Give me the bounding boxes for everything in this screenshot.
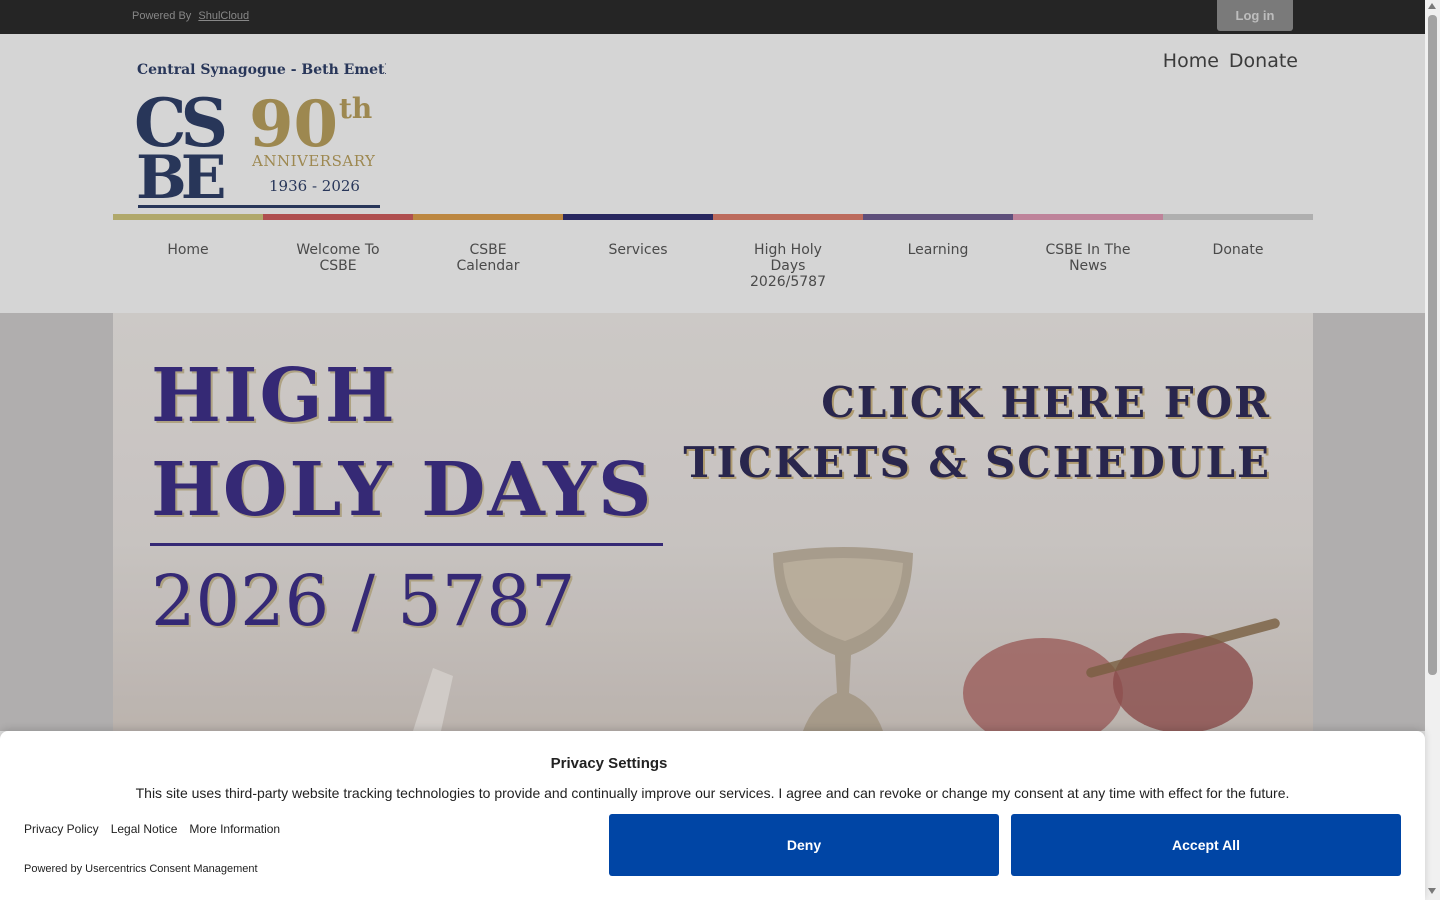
color-bar-segment	[113, 214, 263, 220]
scroll-down-arrow-icon[interactable]	[1428, 888, 1436, 894]
scroll-thumb[interactable]	[1428, 15, 1437, 675]
site-header: Central Synagogue - Beth Emeth CS BE 90 …	[0, 34, 1425, 313]
nav-item-donate[interactable]: Donate	[1163, 242, 1313, 290]
color-bar-segment	[713, 214, 863, 220]
nav-item-news[interactable]: CSBE In The News	[1013, 242, 1163, 290]
consent-description: This site uses third-party website track…	[135, 785, 1290, 801]
logo-years: 1936 - 2026	[269, 177, 360, 195]
hero-title-line2: HOLY DAYS	[151, 447, 654, 533]
privacy-policy-link[interactable]: Privacy Policy	[24, 822, 99, 836]
utility-nav-home[interactable]: Home	[1163, 50, 1219, 72]
hero-cta-line2: TICKETS & SCHEDULE	[683, 438, 1271, 487]
pomegranate-illustration	[963, 618, 1280, 731]
nav-item-calendar[interactable]: CSBE Calendar	[413, 242, 563, 290]
shofar-illustration	[413, 668, 453, 731]
nav-item-welcome[interactable]: Welcome To CSBE	[263, 242, 413, 290]
site-logo[interactable]: Central Synagogue - Beth Emeth CS BE 90 …	[136, 60, 386, 212]
hero-banner[interactable]: HIGH HOLY DAYS 2026 / 5787 CLICK HERE FO…	[113, 313, 1313, 731]
page-scrollbar[interactable]	[1425, 0, 1440, 900]
hero-side-right	[1313, 313, 1425, 731]
hero-cta[interactable]: CLICK HERE FOR TICKETS & SCHEDULE	[683, 373, 1271, 493]
main-nav: Home Welcome To CSBE CSBE Calendar Servi…	[113, 242, 1313, 290]
powered-by: Powered By ShulCloud	[132, 10, 249, 22]
accept-all-button[interactable]: Accept All	[1011, 814, 1401, 876]
goblet-illustration	[773, 547, 913, 731]
deny-button[interactable]: Deny	[609, 814, 999, 876]
logo-anniversary-suffix: th	[339, 92, 372, 125]
consent-powered-by: Powered by Usercentrics Consent Manageme…	[24, 863, 258, 875]
color-bar-segment	[1013, 214, 1163, 220]
color-bar-segment	[563, 214, 713, 220]
consent-links: Privacy Policy Legal Notice More Informa…	[24, 822, 280, 836]
utility-nav-donate[interactable]: Donate	[1229, 50, 1298, 72]
privacy-consent-banner: Privacy Settings This site uses third-pa…	[0, 731, 1425, 900]
scroll-up-arrow-icon[interactable]	[1428, 3, 1436, 9]
powered-by-text: Powered By	[132, 10, 192, 22]
top-bar: Powered By ShulCloud Log in	[0, 0, 1425, 34]
hero-title: HIGH HOLY DAYS	[151, 349, 653, 537]
logo-underline	[138, 205, 380, 208]
nav-item-services[interactable]: Services	[563, 242, 713, 290]
shulcloud-link[interactable]: ShulCloud	[198, 10, 249, 22]
color-bar-segment	[1163, 214, 1313, 220]
color-bar	[113, 214, 1313, 220]
hero-side-left	[0, 313, 113, 731]
color-bar-segment	[863, 214, 1013, 220]
hero-year: 2026 / 5787	[151, 560, 576, 642]
nav-item-high-holy-days[interactable]: High Holy Days 2026/5787	[713, 242, 863, 290]
logo-monogram-bottom: BE	[136, 143, 224, 212]
hero-title-line1: HIGH	[151, 353, 397, 439]
color-bar-segment	[413, 214, 563, 220]
utility-nav: Home Donate	[1163, 50, 1298, 72]
hero-cta-line1: CLICK HERE FOR	[821, 378, 1271, 427]
color-bar-segment	[263, 214, 413, 220]
hero-divider	[150, 543, 663, 546]
nav-item-learning[interactable]: Learning	[863, 242, 1013, 290]
logo-anniversary-number: 90	[249, 87, 338, 162]
logo-name: Central Synagogue - Beth Emeth	[137, 62, 386, 78]
login-button[interactable]: Log in	[1217, 0, 1293, 31]
nav-item-home[interactable]: Home	[113, 242, 263, 290]
legal-notice-link[interactable]: Legal Notice	[111, 822, 178, 836]
consent-title: Privacy Settings	[550, 755, 668, 772]
more-information-link[interactable]: More Information	[189, 822, 280, 836]
logo-anniversary-word: ANNIVERSARY	[251, 152, 376, 170]
